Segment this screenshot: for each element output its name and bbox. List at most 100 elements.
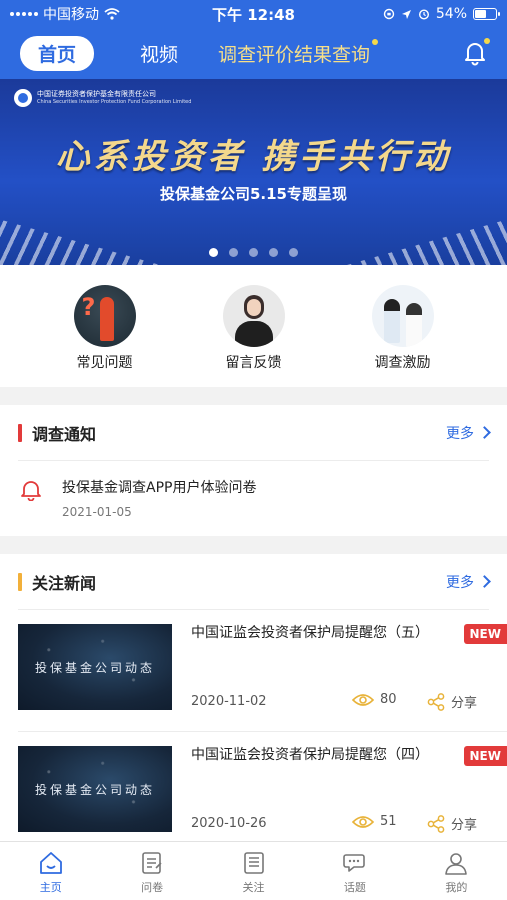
carousel-dot[interactable] [229, 248, 238, 257]
news-thumbnail: 投保基金公司动态 [18, 746, 172, 832]
chevron-right-icon [478, 575, 491, 588]
battery-percent: 54% [435, 6, 467, 22]
more-link[interactable]: 更多 [446, 423, 491, 443]
news-item[interactable]: 投保基金公司动态 中国证监会投资者保护局提醒您（四） NEW 2020-10-2… [18, 732, 507, 841]
news-thumbnail: 投保基金公司动态 [18, 624, 172, 710]
section-header: 调查通知 更多 [18, 405, 491, 461]
carrier-name: 中国移动 [43, 7, 99, 23]
carousel-indicator[interactable] [0, 248, 507, 257]
view-count: 51 [352, 814, 397, 829]
quick-access: ? 常见问题 留言反馈 调查激励 [0, 265, 507, 387]
battery-icon [473, 8, 500, 20]
tab-label: 主页 [39, 881, 62, 894]
tab-label: 我的 [445, 881, 468, 894]
top-bar: 中国移动 下午 12:48 54% 首页 视频 调查评价结果查询 [0, 0, 507, 79]
questionnaire-icon [142, 852, 162, 874]
news-section: 关注新闻 更多 投保基金公司动态 中国证监会投资者保护局提醒您（五） NEW 2… [0, 554, 507, 841]
quick-item-label: 常见问题 [76, 355, 133, 371]
more-label: 更多 [446, 425, 474, 442]
faq-icon: ? [73, 285, 136, 347]
view-count-value: 80 [380, 692, 397, 707]
chevron-right-icon [478, 426, 491, 439]
news-date: 2020-10-26 [191, 816, 267, 831]
news-item[interactable]: 投保基金公司动态 中国证监会投资者保护局提醒您（五） NEW 2020-11-0… [18, 610, 507, 732]
wifi-icon [104, 8, 120, 20]
status-time: 下午 12:48 [212, 5, 295, 24]
profile-icon [445, 853, 468, 875]
view-count-value: 51 [380, 814, 397, 829]
view-count: 80 [352, 692, 397, 707]
new-badge: NEW [463, 746, 507, 766]
banner-subtitle: 投保基金公司5.15专题呈现 [159, 185, 347, 203]
carousel-dot[interactable] [209, 248, 218, 257]
more-label: 更多 [446, 574, 474, 591]
thumbnail-text: 投保基金公司动态 [34, 782, 155, 797]
more-link[interactable]: 更多 [446, 572, 491, 592]
bottom-tab-bar: 主页 问卷 关注 话题 我的 [0, 841, 507, 900]
survey-notice-item[interactable]: 投保基金调查APP用户体验问卷 2021-01-05 [0, 461, 507, 535]
survey-notice-section: 调查通知 更多 投保基金调查APP用户体验问卷 2021-01-05 [0, 405, 507, 536]
carousel-dot[interactable] [249, 248, 258, 257]
new-badge: NEW [463, 624, 507, 644]
quick-item-label: 调查激励 [374, 355, 431, 371]
notification-bell-icon[interactable] [463, 38, 490, 66]
share-icon [427, 692, 445, 711]
section-title: 关注新闻 [32, 573, 97, 593]
news-title: 中国证监会投资者保护局提醒您（五） [191, 625, 429, 641]
share-label: 分享 [451, 696, 478, 711]
status-bar: 中国移动 下午 12:48 54% [0, 0, 507, 28]
org-logo-icon [14, 89, 32, 107]
section-title: 调查通知 [32, 424, 97, 444]
news-date: 2020-11-02 [191, 694, 267, 709]
tab-home[interactable]: 首页 [20, 36, 95, 71]
thumbnail-text: 投保基金公司动态 [34, 660, 155, 675]
tab-survey-results[interactable]: 调查评价结果查询 [218, 39, 379, 67]
eye-icon [352, 693, 374, 706]
banner-org: 中国证券投资者保护基金有限责任公司 China Securities Inves… [14, 89, 191, 107]
tab-label: 话题 [343, 881, 366, 894]
signal-icon [10, 12, 38, 16]
tab-label: 问卷 [141, 881, 164, 894]
reward-icon [371, 285, 434, 347]
quick-item-faq[interactable]: ? 常见问题 [45, 285, 165, 387]
notice-date: 2021-01-05 [62, 505, 132, 519]
bell-icon [21, 481, 41, 501]
quick-item-feedback[interactable]: 留言反馈 [194, 285, 314, 387]
alarm-icon [418, 9, 429, 20]
eye-icon [352, 815, 374, 828]
tab-survey-results-label: 调查评价结果查询 [218, 44, 371, 66]
section-marker [18, 572, 22, 591]
carousel-dot[interactable] [269, 248, 278, 257]
news-title: 中国证监会投资者保护局提醒您（四） [191, 747, 429, 763]
follow-icon [243, 852, 264, 874]
quick-item-label: 留言反馈 [225, 355, 282, 371]
tab-video[interactable]: 视频 [140, 40, 178, 67]
share-label: 分享 [451, 818, 478, 833]
notice-title: 投保基金调查APP用户体验问卷 [62, 480, 257, 496]
banner-slogan: 心系投资者 携手共行动 [55, 137, 452, 177]
location-icon [401, 9, 411, 19]
tab-topic[interactable]: 话题 [304, 842, 405, 900]
share-button[interactable]: 分享 [427, 814, 477, 833]
tab-follow[interactable]: 关注 [203, 842, 304, 900]
tab-label: 关注 [242, 881, 265, 894]
rotation-lock-icon [383, 8, 395, 20]
quick-item-reward[interactable]: 调查激励 [343, 285, 463, 387]
section-header: 关注新闻 更多 [18, 554, 491, 610]
share-button[interactable]: 分享 [427, 692, 477, 711]
section-marker [18, 423, 22, 442]
notification-dot [484, 38, 490, 44]
promo-banner[interactable]: 中国证券投资者保护基金有限责任公司 China Securities Inves… [0, 79, 507, 265]
top-nav: 首页 视频 调查评价结果查询 [0, 28, 507, 79]
tab-questionnaire[interactable]: 问卷 [101, 842, 202, 900]
org-name-cn: 中国证券投资者保护基金有限责任公司 [37, 90, 156, 98]
home-icon [39, 852, 62, 874]
unread-dot [372, 39, 379, 45]
share-icon [427, 814, 445, 833]
customer-service-icon [222, 285, 285, 347]
org-name-en: China Securities Investor Protection Fun… [37, 99, 192, 105]
topic-icon [343, 854, 365, 872]
carousel-dot[interactable] [289, 248, 298, 257]
tab-mine[interactable]: 我的 [406, 842, 507, 900]
tab-main[interactable]: 主页 [0, 842, 101, 900]
